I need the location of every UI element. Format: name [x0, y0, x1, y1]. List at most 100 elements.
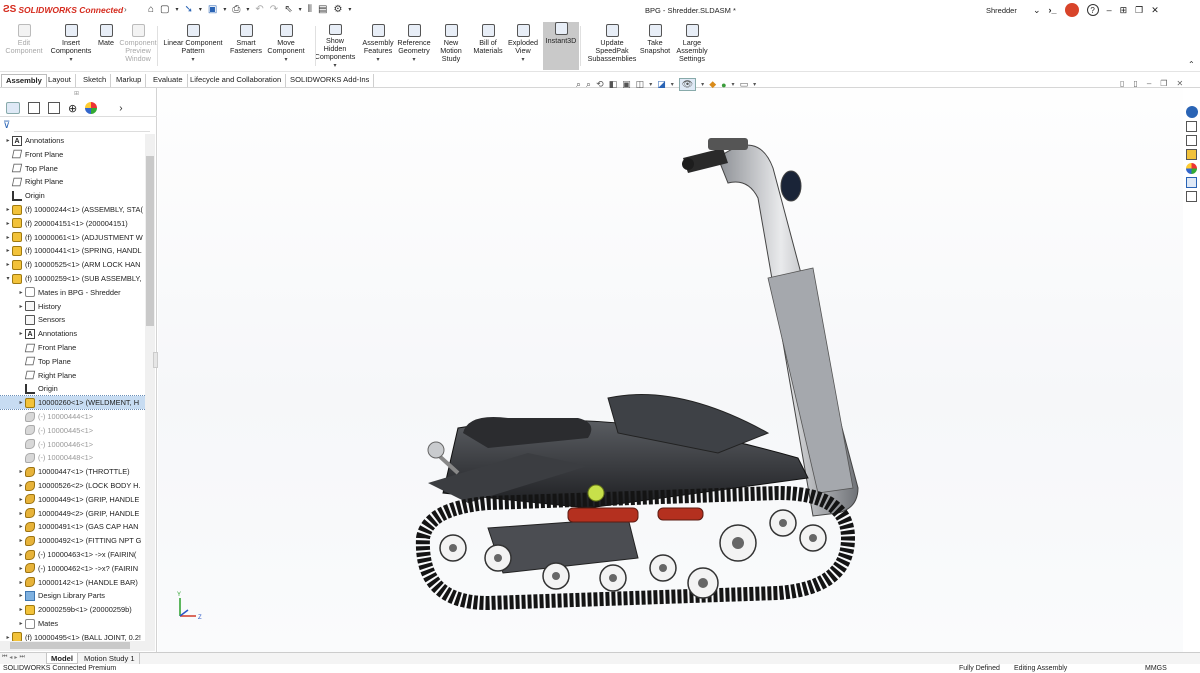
- tree-item[interactable]: ▸ 10000492<1> (FITTING NPT G: [0, 534, 146, 547]
- custom-properties-icon[interactable]: [1186, 177, 1197, 188]
- ribbon-edit-component-button[interactable]: Edit Component: [4, 24, 44, 70]
- new-dropdown-icon[interactable]: ▾: [176, 6, 179, 13]
- expand-arrow-icon[interactable]: ▸: [17, 482, 25, 489]
- expand-arrow-icon[interactable]: ▸: [4, 220, 12, 227]
- tree-filter-input[interactable]: [14, 120, 150, 132]
- tree-item[interactable]: ▸ 10000491<1> (GAS CAP HAN: [0, 520, 146, 533]
- tree-item[interactable]: ▸ A Annotations: [0, 327, 146, 340]
- user-name[interactable]: Shredder: [986, 6, 1017, 15]
- view-settings-dropdown-icon[interactable]: ▾: [753, 81, 756, 88]
- tree-item[interactable]: ▸ (f) 10000061<1> (ADJUSTMENT W: [0, 231, 146, 244]
- tree-item[interactable]: (-) 10000444<1>: [0, 410, 146, 423]
- avatar[interactable]: [1064, 3, 1079, 17]
- print-dropdown-icon[interactable]: ▾: [246, 6, 249, 13]
- ribbon-large-assembly-settings-button[interactable]: Large Assembly Settings: [676, 24, 708, 70]
- tab-solidworks-add-ins[interactable]: SOLIDWORKS Add-Ins: [286, 74, 375, 87]
- search-commands-icon[interactable]: ›_: [1049, 5, 1057, 15]
- tree-item[interactable]: Right Plane: [0, 369, 146, 382]
- tree-item[interactable]: ▸ Design Library Parts: [0, 589, 146, 602]
- tab-motion-study[interactable]: Motion Study 1: [80, 653, 140, 664]
- tree-scrollbar[interactable]: [145, 134, 155, 644]
- tab-layout[interactable]: Layout: [44, 74, 76, 87]
- tree-item[interactable]: Origin: [0, 382, 146, 395]
- tree-item[interactable]: Sensors: [0, 313, 146, 326]
- ribbon-assembly-features-button[interactable]: Assembly Features ▾: [361, 24, 395, 70]
- tab-evaluate[interactable]: Evaluate: [149, 74, 188, 87]
- options-gear-icon[interactable]: ⚙: [333, 4, 342, 15]
- tree-item[interactable]: ▸ (-) 10000462<1> ->x? (FAIRIN: [0, 562, 146, 575]
- ribbon-exploded-view-button[interactable]: Exploded View ▾: [507, 24, 539, 70]
- traffic-light-icon[interactable]: ⦀: [308, 4, 312, 15]
- ribbon-bill-of-materials-button[interactable]: Bill of Materials: [473, 24, 503, 70]
- expand-arrow-icon[interactable]: ▸: [17, 620, 25, 627]
- panel-more-icon[interactable]: ›: [119, 103, 122, 114]
- restore-icon[interactable]: ❐: [1135, 5, 1143, 16]
- tree-scroll-thumb[interactable]: [146, 156, 154, 326]
- expand-arrow-icon[interactable]: ▸: [17, 523, 25, 530]
- home-icon[interactable]: ⌂: [148, 4, 154, 15]
- tree-item[interactable]: ▾ (f) 10000259<1> (SUB ASSEMBLY,: [0, 272, 146, 285]
- file-properties-icon[interactable]: ▤: [318, 4, 327, 15]
- collapse-ribbon-icon[interactable]: ⌃: [1188, 60, 1195, 69]
- help-icon[interactable]: ?: [1086, 4, 1099, 16]
- ribbon-reference-geometry-button[interactable]: Reference Geometry ▾: [397, 24, 431, 70]
- tree-item[interactable]: Top Plane: [0, 162, 146, 175]
- view-orientation-dropdown-icon[interactable]: ▾: [649, 81, 652, 88]
- appearances-icon[interactable]: [1186, 163, 1197, 174]
- graphics-area[interactable]: ⌕ ⌕ ⟲ ◧ ▣ ◫ ▾ ◪ ▾ 👁 ▾ ◆ ● ▾ ▭ ▾ ▯ ▯ – ❐ …: [158, 78, 1183, 652]
- expand-arrow-icon[interactable]: ▸: [4, 261, 12, 268]
- tree-item[interactable]: ▸ 20000259b<1> (20000259b): [0, 603, 146, 616]
- expand-arrow-icon[interactable]: ▾: [4, 275, 12, 282]
- property-manager-tab-icon[interactable]: [28, 102, 40, 114]
- tree-item[interactable]: (-) 10000445<1>: [0, 424, 146, 437]
- tab-prev-icon[interactable]: ◂: [9, 654, 12, 661]
- dimxpert-tab-icon[interactable]: ⊕: [68, 102, 77, 115]
- tree-item[interactable]: ▸ History: [0, 300, 146, 313]
- ribbon-dropdown-icon[interactable]: ▾: [284, 56, 287, 64]
- tree-item[interactable]: ▸ 10000449<2> (GRIP, HANDLE: [0, 507, 146, 520]
- expand-arrow-icon[interactable]: ▸: [17, 496, 25, 503]
- filter-icon[interactable]: ⊽: [3, 120, 10, 131]
- expand-arrow-icon[interactable]: ▸: [17, 565, 25, 572]
- tab-next-icon[interactable]: ▸: [14, 654, 17, 661]
- tree-item[interactable]: Top Plane: [0, 355, 146, 368]
- ribbon-show-hidden-components-button[interactable]: Show Hidden Components ▾: [315, 24, 355, 70]
- tab-lifecycle-and-collaboration[interactable]: Lifecycle and Collaboration: [186, 74, 287, 87]
- ribbon-insert-components-button[interactable]: Insert Components ▾: [51, 24, 91, 70]
- design-library-icon[interactable]: [1186, 121, 1197, 132]
- ribbon-new-motion-study-button[interactable]: New Motion Study: [437, 24, 465, 70]
- undo-icon[interactable]: ↶: [255, 4, 263, 15]
- expand-arrow-icon[interactable]: ▸: [17, 537, 25, 544]
- logo-chevron-icon[interactable]: ›: [124, 5, 127, 14]
- expand-arrow-icon[interactable]: ▸: [17, 579, 25, 586]
- ribbon-dropdown-icon[interactable]: ▾: [521, 56, 524, 64]
- expand-arrow-icon[interactable]: ▸: [4, 137, 12, 144]
- expand-arrow-icon[interactable]: ▸: [17, 399, 25, 406]
- print-icon[interactable]: ⎙: [232, 4, 240, 15]
- tab-sketch[interactable]: Sketch: [79, 74, 112, 87]
- new-document-icon[interactable]: ▢: [160, 4, 169, 15]
- tree-item[interactable]: ▸ 10000526<2> (LOCK BODY H.: [0, 479, 146, 492]
- status-units[interactable]: MMGS: [1145, 664, 1167, 673]
- solidworks-forum-icon[interactable]: [1186, 191, 1197, 202]
- tab-last-icon[interactable]: ⏭: [19, 654, 24, 661]
- tree-item[interactable]: ▸ 10000449<1> (GRIP, HANDLE: [0, 493, 146, 506]
- tab-model[interactable]: Model: [46, 653, 78, 664]
- ribbon-mate-button[interactable]: Mate: [96, 24, 116, 70]
- tree-item[interactable]: Origin: [0, 189, 146, 202]
- display-style-dropdown-icon[interactable]: ▾: [671, 81, 674, 88]
- expand-arrow-icon[interactable]: ▸: [17, 330, 25, 337]
- viewport-split-icon[interactable]: ▯: [1133, 79, 1137, 88]
- viewport-tile-icon[interactable]: ▯: [1120, 79, 1124, 88]
- ribbon-dropdown-icon[interactable]: ▾: [69, 56, 72, 64]
- hide-show-dropdown-icon[interactable]: ▾: [701, 81, 704, 88]
- expand-arrow-icon[interactable]: ▸: [17, 606, 25, 613]
- save-dropdown-icon[interactable]: ▾: [223, 6, 226, 13]
- tree-item[interactable]: ▸ 10000447<1> (THROTTLE): [0, 465, 146, 478]
- tab-assembly[interactable]: Assembly: [1, 74, 47, 87]
- open-dropdown-icon[interactable]: ▾: [199, 6, 202, 13]
- tree-item[interactable]: ▸ (f) 10000441<1> (SPRING, HANDL: [0, 244, 146, 257]
- shredder-3d-model[interactable]: Y Z: [158, 88, 1183, 652]
- save-icon[interactable]: ▣: [208, 4, 217, 15]
- viewport-minimize-icon[interactable]: –: [1147, 79, 1151, 88]
